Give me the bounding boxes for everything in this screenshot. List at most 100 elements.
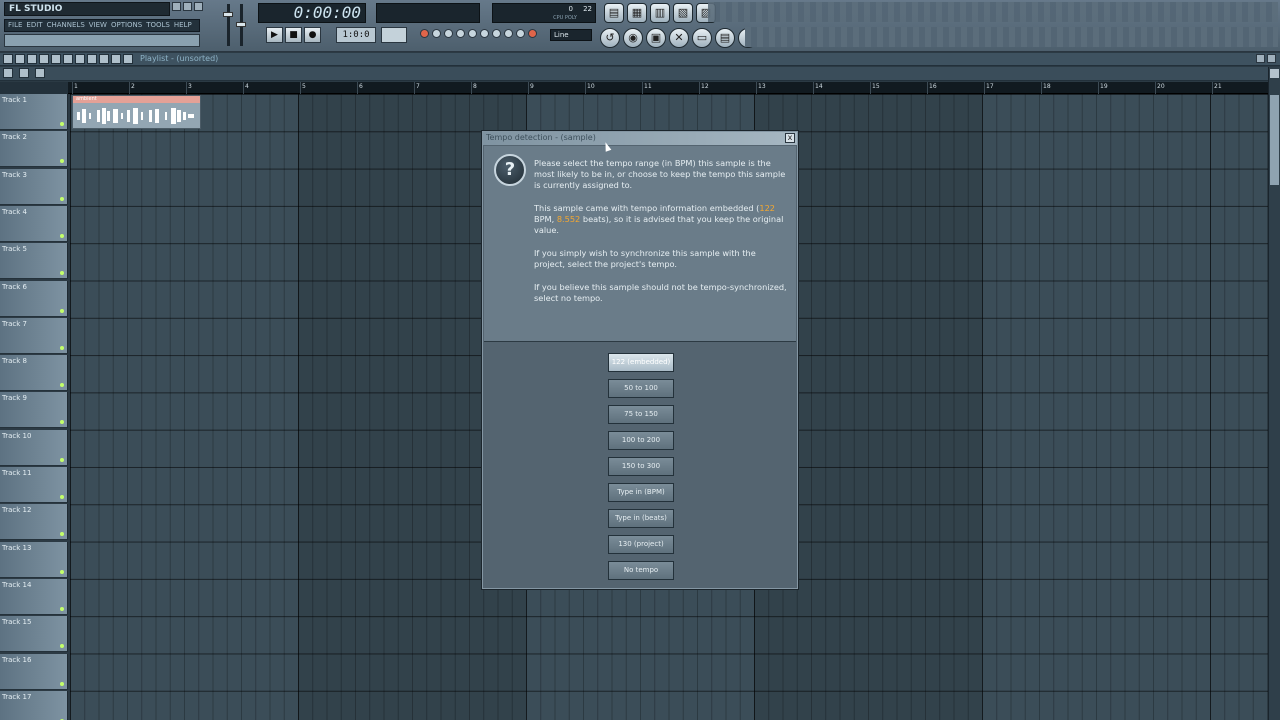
snap-dropdown[interactable]: Line (550, 29, 592, 41)
track-mute-led[interactable] (60, 644, 64, 649)
track-header[interactable]: Track 4 (0, 205, 68, 242)
countdown-icon[interactable] (456, 29, 465, 38)
playback-tool-icon[interactable] (123, 54, 133, 64)
playlist-window-button[interactable]: ▤ (604, 3, 624, 23)
scrollbar-thumb[interactable] (1270, 95, 1279, 185)
option-type-bpm-button[interactable]: Type in (BPM) (608, 483, 674, 502)
option-100-200-button[interactable]: 100 to 200 (608, 431, 674, 450)
track-header[interactable]: Track 8 (0, 355, 68, 392)
track-header[interactable]: Track 1 (0, 94, 68, 130)
minimize-icon[interactable] (172, 2, 181, 11)
track-mute-led[interactable] (60, 122, 64, 126)
track-mute-led[interactable] (60, 308, 64, 313)
blend-notes-icon[interactable] (480, 29, 489, 38)
option-project-tempo-button[interactable]: 130 (project) (608, 535, 674, 554)
step-edit-icon[interactable] (444, 29, 453, 38)
delete-tool-icon[interactable] (51, 54, 61, 64)
wait-input-icon[interactable] (504, 29, 513, 38)
track-header[interactable]: Track 11 (0, 467, 68, 503)
track-mute-led[interactable] (60, 569, 64, 574)
track-header[interactable]: Track 13 (0, 541, 68, 578)
cut-icon[interactable]: ✕ (669, 28, 689, 48)
menu-edit[interactable]: EDIT (26, 20, 42, 31)
slip-tool-icon[interactable] (75, 54, 85, 64)
track-mute-led[interactable] (60, 532, 64, 537)
browser-button[interactable]: ▧ (673, 3, 693, 23)
option-75-150-button[interactable]: 75 to 150 (608, 405, 674, 424)
menu-view[interactable]: VIEW (89, 20, 107, 31)
track-mute-led[interactable] (60, 159, 64, 164)
loop-record-icon[interactable] (468, 29, 477, 38)
arrow-right-icon[interactable] (3, 68, 13, 78)
option-150-300-button[interactable]: 150 to 300 (608, 457, 674, 476)
draw-tool-icon[interactable] (27, 54, 37, 64)
menu-tools[interactable]: TOOLS (146, 20, 170, 31)
option-50-100-button[interactable]: 50 to 100 (608, 379, 674, 398)
audio-clip[interactable]: ambient (72, 95, 201, 129)
auto-scroll-icon[interactable] (528, 29, 537, 38)
snap-icon[interactable] (15, 54, 25, 64)
dialog-close-icon[interactable]: x (785, 133, 795, 143)
track-header[interactable]: Track 9 (0, 392, 68, 429)
close-icon[interactable] (194, 2, 203, 11)
typing-keyboard-icon[interactable] (492, 29, 501, 38)
pattern-slot[interactable] (381, 27, 407, 43)
option-embedded-button[interactable]: 122 (embedded) (608, 353, 674, 372)
select-tool-icon[interactable] (99, 54, 109, 64)
piano-roll-button[interactable]: ▥ (650, 3, 670, 23)
track-header[interactable]: Track 2 (0, 131, 68, 168)
playlist-maximize-icon[interactable] (1256, 54, 1265, 63)
slice-tool-icon[interactable] (87, 54, 97, 64)
undo-icon[interactable]: ↺ (600, 28, 620, 48)
track-mute-led[interactable] (60, 606, 64, 611)
track-mute-led[interactable] (60, 457, 64, 462)
zoom-tool-icon[interactable] (111, 54, 121, 64)
master-pitch-knob[interactable] (236, 22, 246, 27)
menu-file[interactable]: FILE (8, 20, 22, 31)
track-header[interactable]: Track 15 (0, 616, 68, 653)
overdub-icon[interactable] (516, 29, 525, 38)
track-mute-led[interactable] (60, 383, 64, 388)
render-icon[interactable]: ◉ (623, 28, 643, 48)
menu-help[interactable]: HELP (174, 20, 192, 31)
track-header[interactable]: Track 3 (0, 168, 68, 205)
menu-channels[interactable]: CHANNELS (47, 20, 85, 31)
project-info-icon[interactable]: ▣ (646, 28, 666, 48)
track-mute-led[interactable] (60, 345, 64, 350)
track-header[interactable]: Track 17 (0, 690, 68, 720)
record-mode-icon[interactable] (420, 29, 429, 38)
play-button[interactable]: ▶ (266, 27, 283, 43)
track-header[interactable]: Track 7 (0, 317, 68, 354)
step-sequencer-button[interactable]: ▦ (627, 3, 647, 23)
stop-button[interactable]: ■ (285, 27, 302, 43)
timeline-ruler[interactable]: 1 2 3 4 5 6 7 8 9 10 11 12 13 14 15 16 17 18 19 20 21 (0, 82, 1268, 94)
record-button[interactable]: ● (304, 27, 321, 43)
track-header[interactable]: Track 5 (0, 243, 68, 280)
track-header[interactable]: Track 12 (0, 504, 68, 541)
track-mute-led[interactable] (60, 495, 64, 499)
dialog-titlebar[interactable]: Tempo detection - (sample) x (483, 132, 797, 145)
scroll-up-icon[interactable] (1270, 69, 1279, 78)
plugin-icon[interactable]: ▤ (715, 28, 735, 48)
track-mute-led[interactable] (60, 271, 64, 276)
track-header[interactable]: Track 14 (0, 578, 68, 615)
save-icon[interactable]: ▭ (692, 28, 712, 48)
master-volume-knob[interactable] (223, 12, 233, 17)
paint-tool-icon[interactable] (39, 54, 49, 64)
mute-tool-icon[interactable] (63, 54, 73, 64)
track-header[interactable]: Track 10 (0, 429, 68, 466)
track-header[interactable]: Track 6 (0, 280, 68, 317)
master-volume-track[interactable] (227, 4, 230, 46)
track-mute-led[interactable] (60, 233, 64, 238)
metronome-icon[interactable] (432, 29, 441, 38)
option-type-beats-button[interactable]: Type in (beats) (608, 509, 674, 528)
pattern-selector[interactable]: 1:0:0 (336, 27, 376, 43)
menu-options[interactable]: OPTIONS (111, 20, 142, 31)
option-no-tempo-button[interactable]: No tempo (608, 561, 674, 580)
vertical-scrollbar[interactable] (1268, 67, 1280, 720)
track-header[interactable]: Track 16 (0, 653, 68, 690)
track-mute-led[interactable] (60, 681, 64, 686)
playlist-close-icon[interactable] (1267, 54, 1276, 63)
menu-arrow-icon[interactable] (3, 54, 13, 64)
maximize-icon[interactable] (183, 2, 192, 11)
